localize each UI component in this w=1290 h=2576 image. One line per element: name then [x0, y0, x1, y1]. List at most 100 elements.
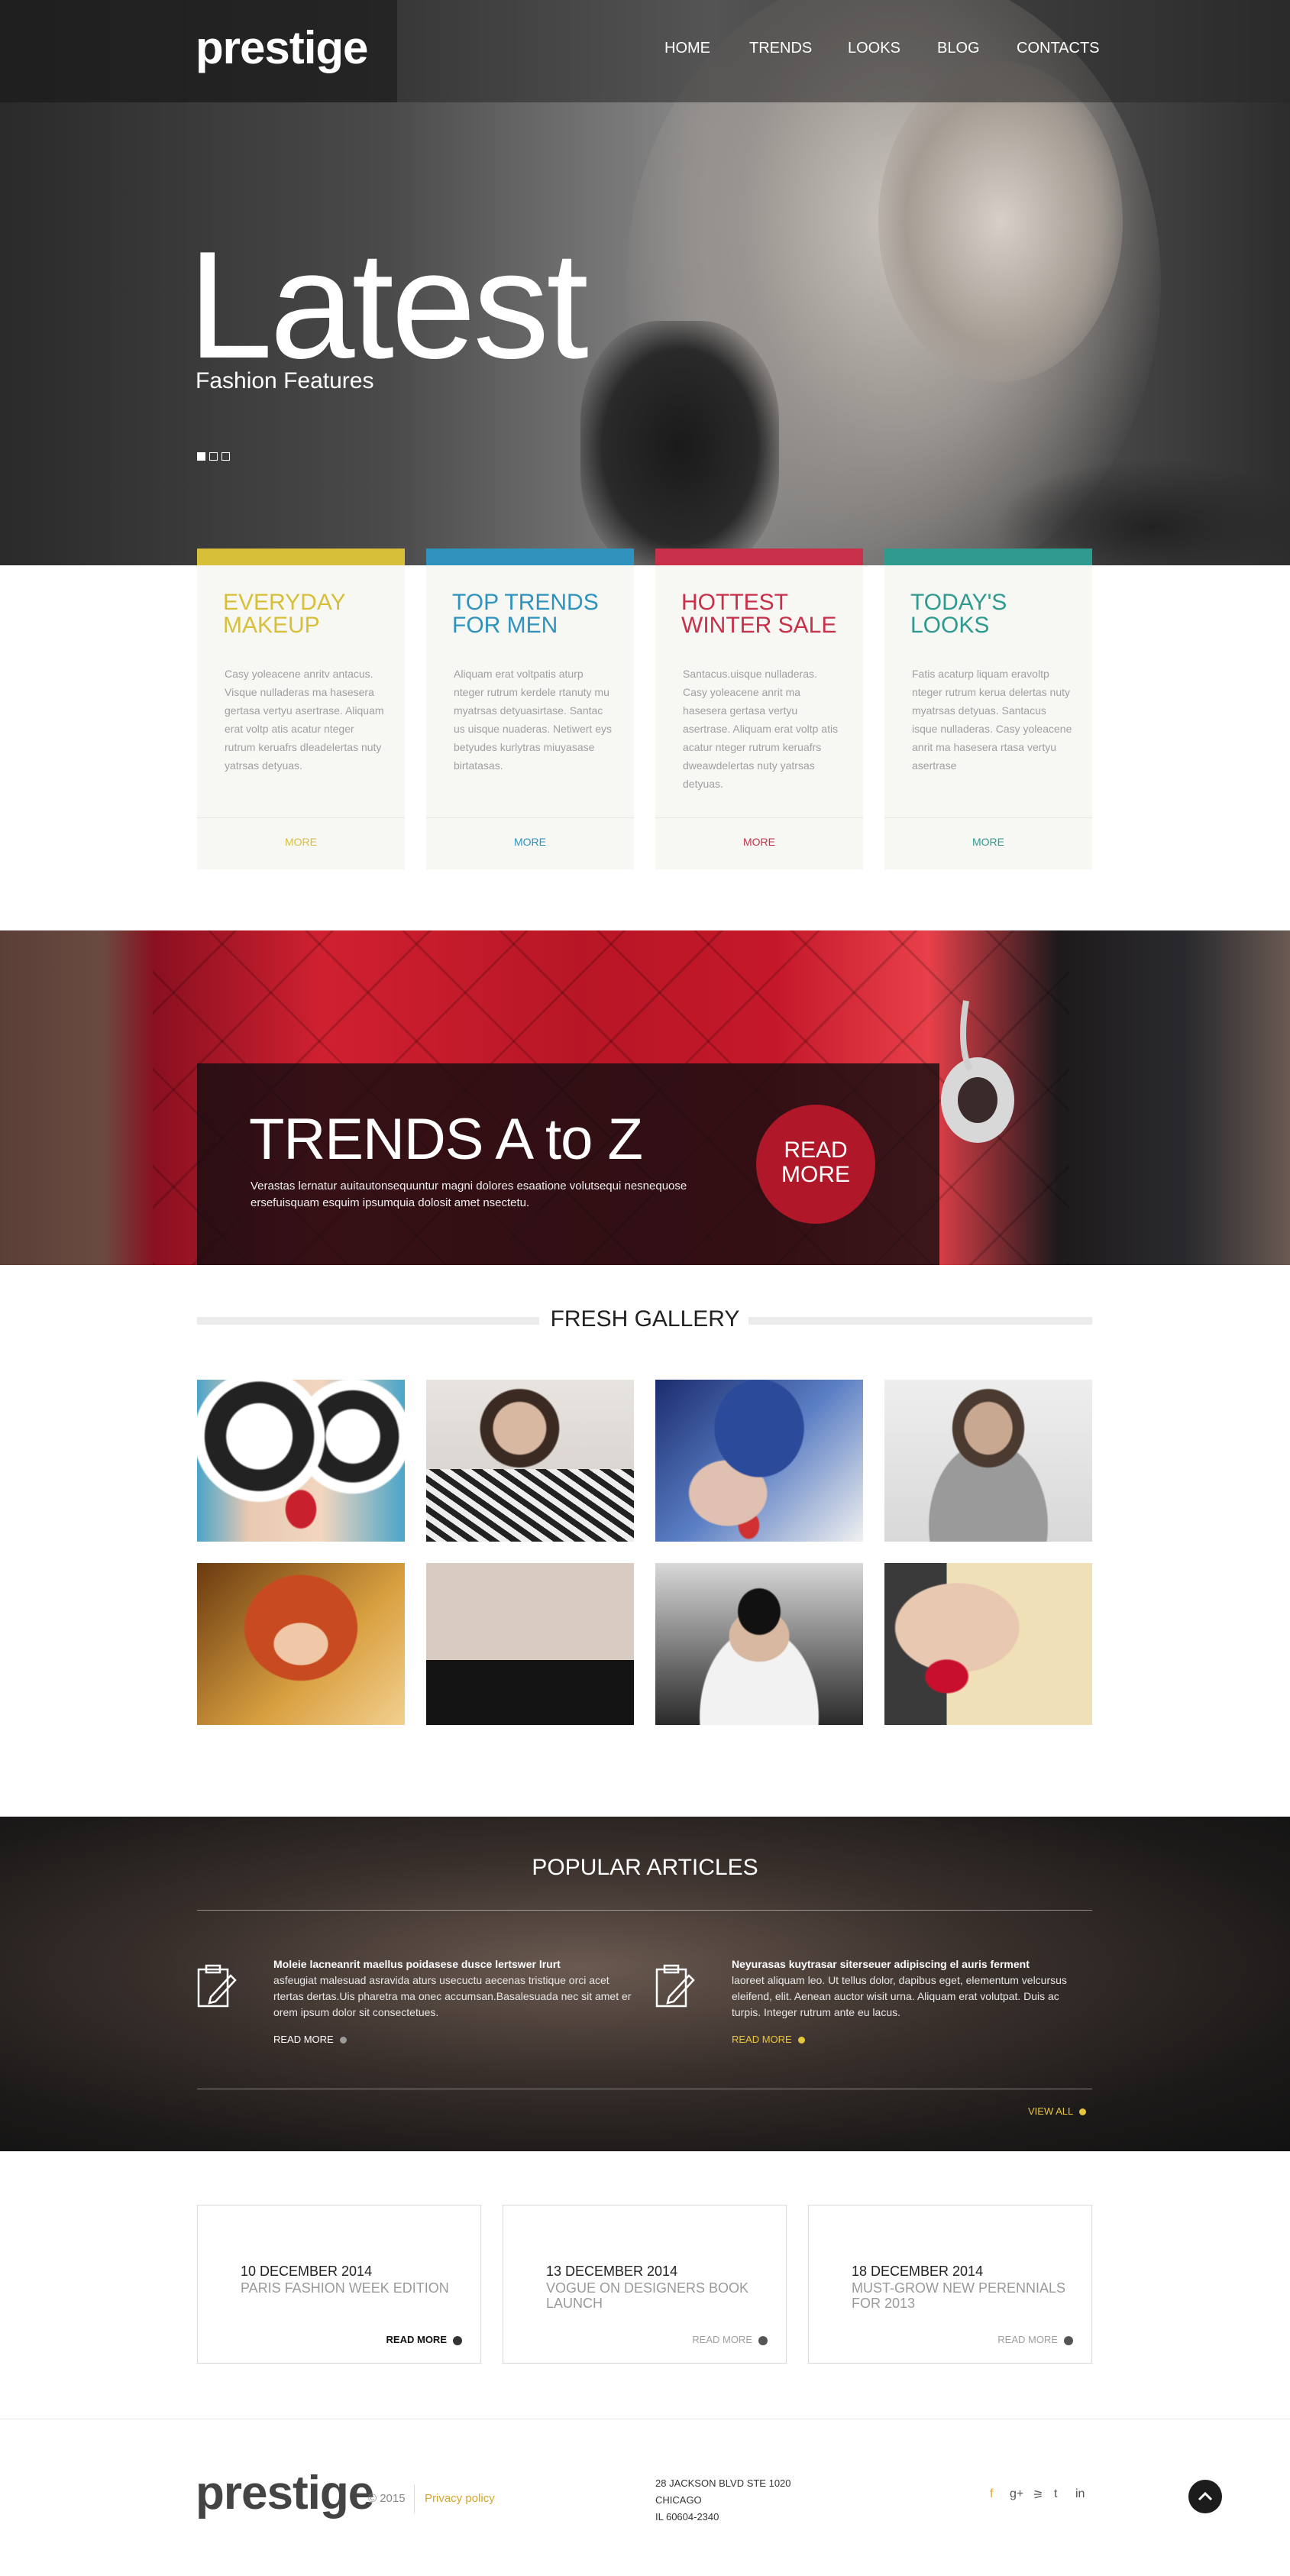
- card-text: Santacus.uisque nulladeras. Casy yoleace…: [683, 668, 839, 790]
- card-divider: [426, 817, 634, 818]
- news-title[interactable]: MUST-GROW NEW PERENNIALS FOR 2013: [852, 2280, 1073, 2311]
- popular-rule-top: [197, 1910, 1092, 1911]
- hero-photo-face: [878, 61, 1123, 382]
- news-date: 18 DECEMBER 2014: [852, 2264, 984, 2279]
- nav-blog[interactable]: BLOG: [937, 40, 980, 57]
- card-text: Casy yoleacene anritv antacus. Visque nu…: [225, 668, 384, 772]
- read-more-label: READ MORE: [692, 2334, 752, 2345]
- bag-ring-image: [941, 1000, 1014, 1143]
- clipboard-edit-icon: [655, 1964, 695, 2008]
- gallery-title: FRESH GALLERY: [550, 1306, 740, 1332]
- gallery-photo-woman-feathers[interactable]: [655, 1380, 863, 1542]
- read-more-label: READ MORE: [386, 2334, 447, 2345]
- card-more-link[interactable]: MORE: [426, 836, 634, 848]
- news-title[interactable]: VOGUE ON DESIGNERS BOOK LAUNCH: [546, 2280, 768, 2311]
- card-more-link[interactable]: MORE: [884, 836, 1092, 848]
- hero-subtitle: Fashion Features: [196, 368, 374, 393]
- article-read-more-1[interactable]: READ MORE: [273, 2034, 347, 2045]
- gallery-photo-man-scarf[interactable]: [426, 1380, 634, 1542]
- page: prestige HOME TRENDS LOOKS BLOG CONTACTS…: [0, 0, 1290, 2576]
- article-title-1[interactable]: Moleie lacneanrit maellus poidasese dusc…: [273, 1956, 632, 1972]
- view-all-link[interactable]: VIEW ALL: [1028, 2105, 1087, 2117]
- read-more-label: READ MORE: [732, 2034, 792, 2045]
- nav-contacts[interactable]: CONTACTS: [1017, 40, 1100, 57]
- banner-text: Verastas lernatur auitautonsequuntur mag…: [251, 1180, 687, 1209]
- news-date: 10 DECEMBER 2014: [241, 2264, 373, 2279]
- footer-copyright: © 2015: [368, 2492, 406, 2505]
- feature-card-men: TOP TRENDS FOR MEN Aliquam erat voltpati…: [426, 549, 634, 869]
- news-read-more[interactable]: READ MORE: [997, 2334, 1073, 2345]
- news-date: 13 DECEMBER 2014: [546, 2264, 678, 2279]
- rss-icon[interactable]: ⚞: [1033, 2487, 1043, 2503]
- card-title: HOTTEST WINTER SALE: [681, 590, 837, 638]
- address-line-3: IL 60604-2340: [655, 2511, 719, 2523]
- arrow-right-icon: [1064, 2335, 1073, 2345]
- card-text: Fatis acaturp liquam eravoltp nteger rut…: [912, 668, 1072, 772]
- article-text-1: asfeugiat malesuad asravida aturs usecuc…: [273, 1974, 632, 2018]
- banner-title: TRENDS A to Z: [249, 1107, 643, 1172]
- card-more-link[interactable]: MORE: [655, 836, 863, 848]
- card-divider: [884, 817, 1092, 818]
- card-title: TODAY'S LOOKS: [910, 590, 1007, 638]
- feature-card-sale: HOTTEST WINTER SALE Santacus.uisque null…: [655, 549, 863, 869]
- article-title-2[interactable]: Neyurasas kuytrasar siterseuer adipiscin…: [732, 1956, 1091, 1972]
- read-more-label: READ MORE: [273, 2034, 334, 2045]
- nav-trends[interactable]: TRENDS: [749, 40, 812, 57]
- bullet-icon: [797, 2037, 805, 2044]
- view-all-label: VIEW ALL: [1028, 2105, 1074, 2117]
- nav-home[interactable]: HOME: [664, 40, 710, 57]
- card-title: EVERYDAY MAKEUP: [223, 590, 346, 638]
- address-line-1: 28 JACKSON BLVD STE 1020: [655, 2477, 791, 2489]
- read-more-label: READ MORE: [997, 2334, 1058, 2345]
- gallery-photo-man-grey-shirt[interactable]: [884, 1380, 1092, 1542]
- hero-title: Latest: [188, 220, 589, 390]
- gallery-photo-woman-veil[interactable]: [426, 1563, 634, 1725]
- clipboard-edit-icon: [197, 1964, 237, 2008]
- article-read-more-2[interactable]: READ MORE: [732, 2034, 805, 2045]
- gallery-photo-woman-sunglasses[interactable]: [197, 1380, 405, 1542]
- arrow-right-icon: [758, 2335, 768, 2345]
- site-logo[interactable]: prestige: [196, 21, 368, 74]
- card-more-link[interactable]: MORE: [197, 836, 405, 848]
- slider-pagination: [197, 452, 230, 461]
- article-text-2: laoreet aliquam leo. Ut tellus dolor, da…: [732, 1974, 1067, 2018]
- nav-looks[interactable]: LOOKS: [848, 40, 900, 57]
- news-card-1: 10 DECEMBER 2014 PARIS FASHION WEEK EDIT…: [197, 2205, 481, 2364]
- privacy-policy-link[interactable]: Privacy policy: [425, 2492, 495, 2505]
- gallery-photo-woman-red-lips[interactable]: [884, 1563, 1092, 1725]
- news-title[interactable]: PARIS FASHION WEEK EDITION: [241, 2280, 462, 2296]
- facebook-icon[interactable]: f: [990, 2487, 993, 2501]
- news-card-2: 13 DECEMBER 2014 VOGUE ON DESIGNERS BOOK…: [503, 2205, 787, 2364]
- card-color-bar: [655, 549, 863, 565]
- footer-logo[interactable]: prestige: [196, 2466, 374, 2520]
- popular-title: POPULAR ARTICLES: [532, 1855, 758, 1880]
- card-divider: [655, 817, 863, 818]
- news-read-more[interactable]: READ MORE: [386, 2334, 462, 2345]
- news-card-3: 18 DECEMBER 2014 MUST-GROW NEW PERENNIAL…: [808, 2205, 1092, 2364]
- gallery-photo-woman-red-hair[interactable]: [197, 1563, 405, 1725]
- card-text: Aliquam erat voltpatis aturp nteger rutr…: [454, 668, 612, 772]
- slider-dot-3[interactable]: [221, 452, 230, 461]
- hero-photo-bracelet: [580, 321, 779, 565]
- bullet-icon: [339, 2037, 347, 2044]
- hero-slider: prestige HOME TRENDS LOOKS BLOG CONTACTS…: [0, 0, 1290, 565]
- slider-dot-1[interactable]: [197, 452, 205, 461]
- scroll-to-top-button[interactable]: [1188, 2480, 1222, 2513]
- address-line-2: CHICAGO: [655, 2494, 702, 2506]
- card-title: TOP TRENDS FOR MEN: [452, 590, 599, 638]
- feature-card-looks: TODAY'S LOOKS Fatis acaturp liquam eravo…: [884, 549, 1092, 869]
- twitter-icon[interactable]: t: [1054, 2487, 1057, 2501]
- card-color-bar: [426, 549, 634, 565]
- card-color-bar: [884, 549, 1092, 565]
- news-read-more[interactable]: READ MORE: [692, 2334, 768, 2345]
- slider-dot-2[interactable]: [209, 452, 218, 461]
- read-more-button[interactable]: READ MORE: [756, 1105, 875, 1224]
- feature-card-makeup: EVERYDAY MAKEUP Casy yoleacene anritv an…: [197, 549, 405, 869]
- footer-separator: [414, 2484, 415, 2513]
- footer-address: 28 JACKSON BLVD STE 1020 CHICAGO IL 6060…: [655, 2475, 791, 2526]
- linkedin-icon[interactable]: in: [1075, 2487, 1085, 2501]
- arrow-right-icon: [453, 2335, 462, 2345]
- card-divider: [197, 817, 405, 818]
- google-plus-icon[interactable]: g+: [1010, 2487, 1023, 2501]
- gallery-photo-man-sunglasses[interactable]: [655, 1563, 863, 1725]
